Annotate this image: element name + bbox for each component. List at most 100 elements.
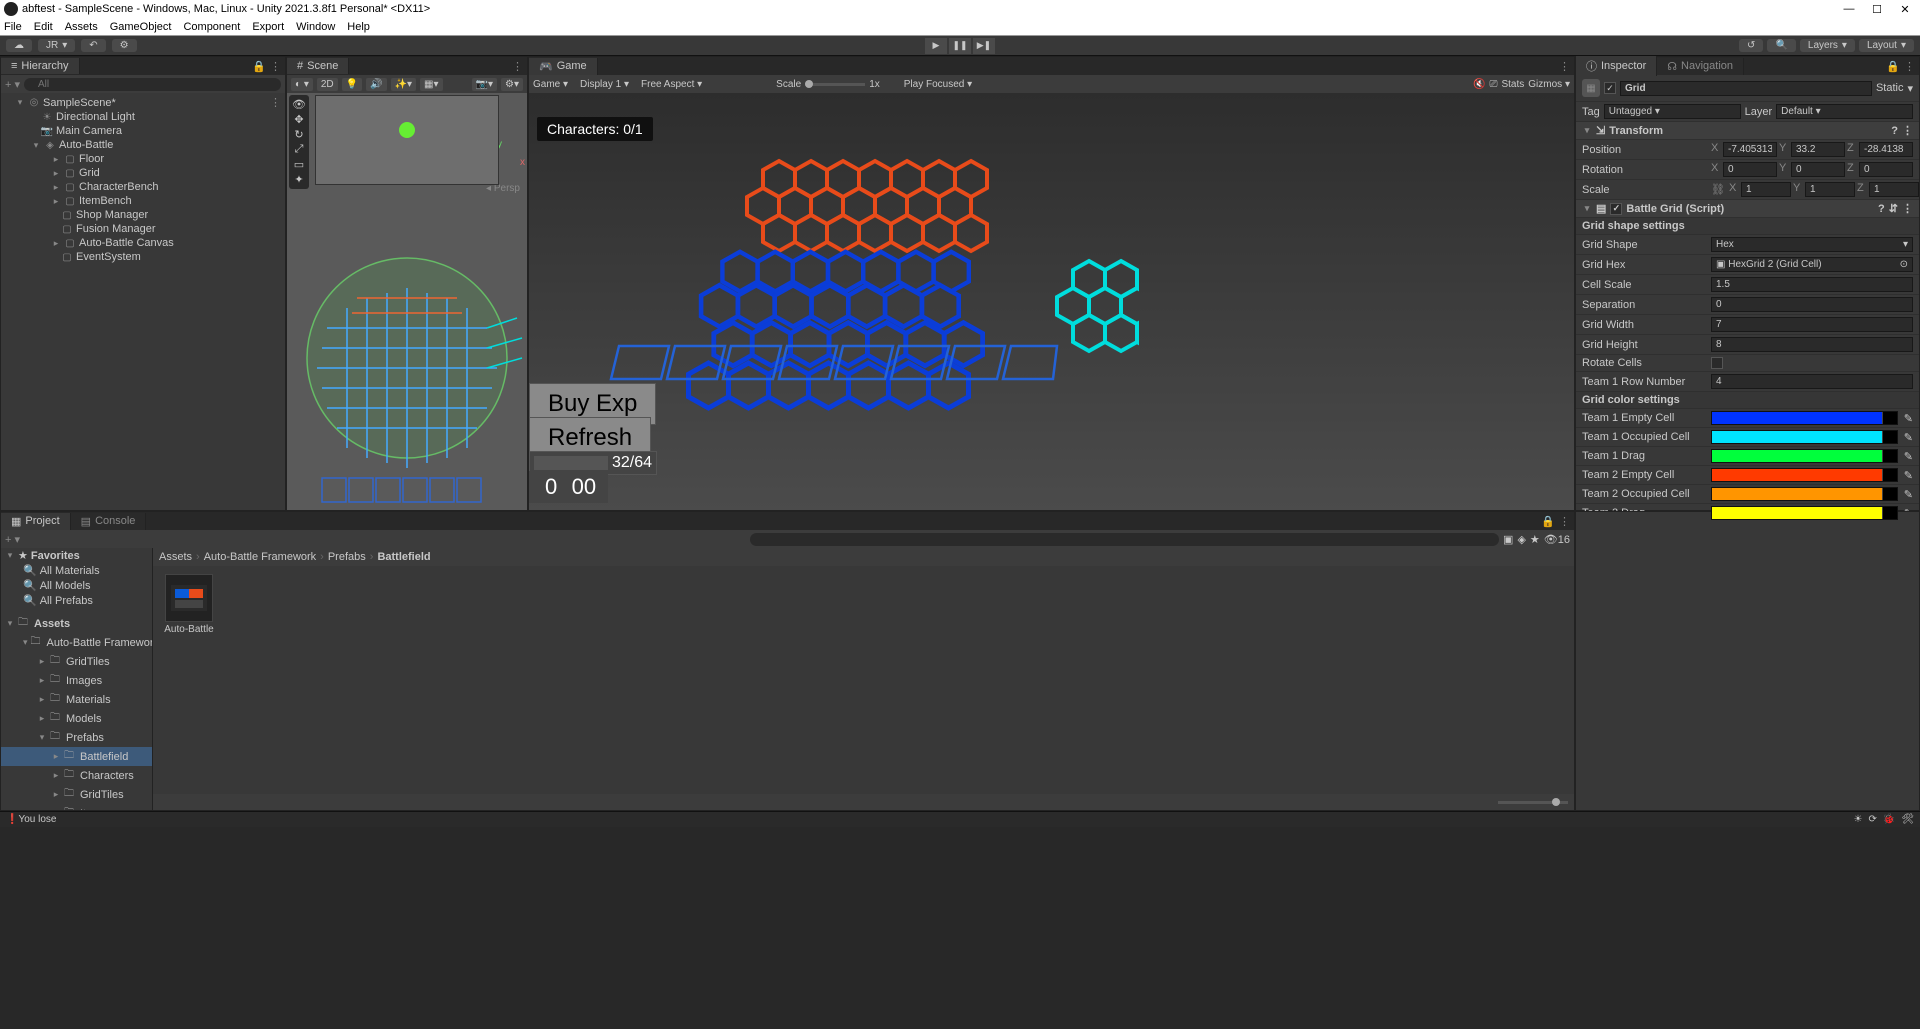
grid-width-input[interactable] bbox=[1711, 317, 1913, 332]
scl-x-input[interactable] bbox=[1741, 182, 1791, 197]
aspect-dropdown[interactable]: Free Aspect ▾ bbox=[641, 79, 702, 90]
move-tool-icon[interactable]: ✥ bbox=[292, 113, 306, 126]
menu-component[interactable]: Component bbox=[183, 21, 240, 33]
2d-toggle[interactable]: 2D bbox=[317, 78, 338, 91]
hierarchy-item[interactable]: 📷Main Camera bbox=[1, 124, 285, 138]
project-folder[interactable]: ▸GridTiles bbox=[1, 785, 152, 804]
project-folder[interactable]: ▸Battlefield bbox=[1, 747, 152, 766]
project-folder[interactable]: ▸Characters bbox=[1, 766, 152, 785]
static-dropdown[interactable]: ▾ bbox=[1907, 82, 1913, 95]
asset-grid[interactable]: Auto-Battle bbox=[153, 566, 1574, 794]
breadcrumb-item[interactable]: Prefabs bbox=[328, 551, 366, 563]
hierarchy-tab[interactable]: ≡ Hierarchy bbox=[1, 58, 80, 74]
project-folder[interactable]: ▸Materials bbox=[1, 690, 152, 709]
eyedropper-icon[interactable]: ✎ bbox=[1904, 488, 1913, 501]
help-icon[interactable]: ? bbox=[1891, 125, 1898, 137]
panel-menu-icon[interactable]: ⋮ bbox=[1904, 60, 1915, 73]
search-by-type-icon[interactable]: ▣ bbox=[1503, 533, 1513, 546]
breadcrumb-item[interactable]: Auto-Battle Framework bbox=[204, 551, 316, 563]
maximize-button[interactable]: ☐ bbox=[1870, 3, 1884, 16]
play-button[interactable]: ▶ bbox=[925, 38, 947, 54]
panel-menu-icon[interactable]: ⋮ bbox=[270, 60, 281, 73]
color-swatch[interactable] bbox=[1711, 506, 1898, 520]
rect-tool-icon[interactable]: ▭ bbox=[292, 158, 306, 171]
step-button[interactable]: ▶❚ bbox=[973, 38, 995, 54]
pos-x-input[interactable] bbox=[1723, 142, 1777, 157]
rotate-cells-checkbox[interactable] bbox=[1711, 357, 1723, 369]
console-tab[interactable]: ▤Console bbox=[71, 513, 147, 530]
project-search-input[interactable] bbox=[750, 533, 1500, 546]
eyedropper-icon[interactable]: ✎ bbox=[1904, 469, 1913, 482]
hierarchy-item[interactable]: ▾◈Auto-Battle bbox=[1, 138, 285, 152]
color-swatch[interactable] bbox=[1711, 449, 1898, 463]
project-folder[interactable]: ▸Items bbox=[1, 804, 152, 810]
breadcrumb-item[interactable]: Battlefield bbox=[377, 551, 430, 563]
eyedropper-icon[interactable]: ✎ bbox=[1904, 431, 1913, 444]
project-folder[interactable]: ▸Images bbox=[1, 671, 152, 690]
project-folder[interactable]: ▾Auto-Battle Framework bbox=[1, 633, 152, 652]
rot-y-input[interactable] bbox=[1791, 162, 1845, 177]
error-icon[interactable]: ❗ bbox=[6, 814, 18, 825]
lighting-icon[interactable]: 💡 bbox=[342, 78, 362, 91]
project-folder[interactable]: ▸Models bbox=[1, 709, 152, 728]
favorite-item[interactable]: 🔍 All Materials bbox=[1, 563, 152, 578]
eyedropper-icon[interactable]: ✎ bbox=[1904, 412, 1913, 425]
scene-viewport[interactable]: 👁 ✥ ↻ ⤢ ▭ ✦ x y ◂ Persp bbox=[287, 93, 527, 510]
game-tab[interactable]: 🎮Game bbox=[529, 58, 598, 75]
camera-dropdown[interactable]: 📷▾ bbox=[472, 78, 497, 91]
close-button[interactable]: ✕ bbox=[1898, 3, 1912, 16]
team1-row-input[interactable] bbox=[1711, 374, 1913, 389]
hierarchy-item[interactable]: ☀Directional Light bbox=[1, 110, 285, 124]
color-swatch[interactable] bbox=[1711, 430, 1898, 444]
rot-z-input[interactable] bbox=[1859, 162, 1913, 177]
debug-mode-icon[interactable]: 🛠 bbox=[1901, 814, 1914, 825]
undo-history-icon[interactable]: ↶ bbox=[81, 39, 105, 52]
mute-icon[interactable]: 🔇 bbox=[1473, 79, 1485, 90]
vsync-icon[interactable]: ⎚ bbox=[1489, 79, 1497, 90]
battlegrid-foldout[interactable]: ▾ bbox=[1582, 203, 1592, 214]
eyedropper-icon[interactable]: ✎ bbox=[1904, 450, 1913, 463]
menu-file[interactable]: File bbox=[4, 21, 22, 33]
rot-x-input[interactable] bbox=[1723, 162, 1777, 177]
rotate-tool-icon[interactable]: ↻ bbox=[292, 128, 306, 141]
menu-edit[interactable]: Edit bbox=[34, 21, 53, 33]
view-tool-icon[interactable]: 👁 bbox=[292, 98, 306, 111]
scale-slider[interactable] bbox=[805, 83, 865, 86]
scl-y-input[interactable] bbox=[1805, 182, 1855, 197]
scale-tool-icon[interactable]: ⤢ bbox=[292, 143, 306, 156]
asset-item[interactable]: Auto-Battle bbox=[161, 574, 217, 635]
search-global-icon[interactable]: 🔍 bbox=[1767, 39, 1795, 52]
save-search-icon[interactable]: ★ bbox=[1530, 533, 1540, 546]
help-icon[interactable]: ? bbox=[1878, 203, 1885, 215]
panel-lock-icon[interactable]: 🔒 bbox=[1886, 60, 1900, 73]
audio-icon[interactable]: 🔊 bbox=[366, 78, 386, 91]
preset-icon[interactable]: ⇵ bbox=[1889, 202, 1898, 215]
favorite-item[interactable]: 🔍 All Models bbox=[1, 578, 152, 593]
stats-toggle[interactable]: Stats bbox=[1501, 79, 1524, 90]
hierarchy-item[interactable]: ▢Fusion Manager bbox=[1, 222, 285, 236]
undo-icon[interactable]: ↺ bbox=[1739, 39, 1763, 52]
scene-menu-icon[interactable]: ⋮ bbox=[270, 96, 281, 109]
panel-menu-icon[interactable]: ⋮ bbox=[1559, 60, 1570, 73]
bugs-icon[interactable]: 🐞 bbox=[1883, 814, 1895, 825]
active-checkbox[interactable]: ✓ bbox=[1604, 82, 1616, 94]
color-swatch[interactable] bbox=[1711, 468, 1898, 482]
play-focused-dropdown[interactable]: Play Focused ▾ bbox=[904, 79, 972, 90]
gizmos-toggle[interactable]: Gizmos ▾ bbox=[1528, 79, 1570, 90]
breadcrumb-item[interactable]: Assets bbox=[159, 551, 192, 563]
menu-assets[interactable]: Assets bbox=[65, 21, 98, 33]
progress-icon[interactable]: ⟳ bbox=[1868, 814, 1876, 825]
search-by-label-icon[interactable]: ◈ bbox=[1517, 533, 1525, 546]
display-dropdown[interactable]: Display 1 ▾ bbox=[580, 79, 629, 90]
hierarchy-item[interactable]: ▢EventSystem bbox=[1, 250, 285, 264]
menu-export[interactable]: Export bbox=[252, 21, 284, 33]
cell-scale-input[interactable] bbox=[1711, 277, 1913, 292]
fx-dropdown[interactable]: ✨▾ bbox=[391, 78, 416, 91]
grid-snap-icon[interactable]: ▦▾ bbox=[420, 78, 442, 91]
panel-menu-icon[interactable]: ⋮ bbox=[1559, 515, 1570, 528]
separation-input[interactable] bbox=[1711, 297, 1913, 312]
transform-foldout[interactable]: ▾ bbox=[1582, 125, 1592, 136]
create-dropdown-icon[interactable]: + ▾ bbox=[5, 78, 20, 91]
component-menu-icon[interactable]: ⋮ bbox=[1902, 202, 1913, 215]
scene-root[interactable]: ▾◎ SampleScene* ⋮ bbox=[1, 95, 285, 110]
